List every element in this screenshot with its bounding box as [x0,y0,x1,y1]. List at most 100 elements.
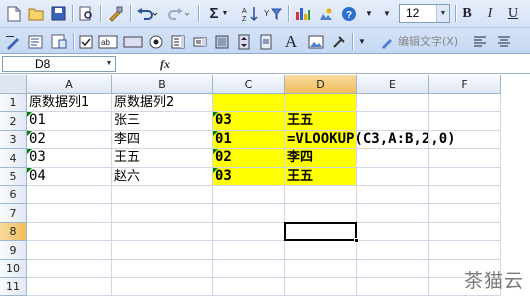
font-name-dropdown-icon[interactable]: ▼ [378,3,396,24]
option-button-control-icon[interactable] [147,31,165,52]
cell-c2[interactable]: 03 [213,112,285,131]
column-header-b[interactable]: B [112,75,213,94]
cell-e11[interactable] [357,278,429,296]
label-control-icon[interactable]: A [281,31,301,52]
cell-c10[interactable] [213,260,285,278]
formula-input[interactable] [184,56,528,72]
name-box[interactable]: D8 ▼ [2,56,116,72]
row-header-1[interactable]: 1 [0,94,27,112]
cell-c1[interactable] [213,94,285,112]
cell-e7[interactable] [357,204,429,223]
cell-f4[interactable] [429,149,501,168]
combo-box-control-icon[interactable] [191,31,209,52]
cell-e6[interactable] [357,186,429,204]
row-header-3[interactable]: 3 [0,131,27,149]
row-header-6[interactable]: 6 [0,186,27,204]
cell-d10[interactable] [285,260,357,278]
cell-d5[interactable]: 王五 [285,168,357,186]
cell-b10[interactable] [112,260,213,278]
align-center-icon[interactable] [494,31,514,52]
help-icon[interactable]: ? [339,3,359,24]
save-icon[interactable] [48,3,68,24]
print-preview-icon[interactable] [76,3,96,24]
cell-a6[interactable] [27,186,112,204]
row-header-8[interactable]: 8 [0,223,27,241]
underline-button[interactable]: U [504,3,522,24]
column-header-e[interactable]: E [357,75,429,94]
row-header-9[interactable]: 9 [0,241,27,260]
cell-d1[interactable] [285,94,357,112]
row-header-7[interactable]: 7 [0,204,27,223]
cell-f2[interactable] [429,112,501,131]
cell-d7[interactable] [285,204,357,223]
column-header-d[interactable]: D [285,75,357,94]
cell-e2[interactable] [357,112,429,131]
cell-b6[interactable] [112,186,213,204]
cell-b1[interactable]: 原数据列2 [112,94,213,112]
row-header-5[interactable]: 5 [0,168,27,186]
design-mode-icon[interactable] [3,31,23,52]
cell-d4[interactable]: 李四 [285,149,357,168]
sort-ascending-icon[interactable]: AZ [240,3,260,24]
cell-a3[interactable]: 02 [27,131,112,149]
cell-e8[interactable] [357,223,429,241]
insert-function-icon[interactable]: fx [160,57,170,72]
view-code-icon[interactable] [49,31,69,52]
spin-button-control-icon[interactable] [235,31,253,52]
new-icon[interactable] [4,3,24,24]
cell-a8[interactable] [27,223,112,241]
column-header-c[interactable]: C [213,75,285,94]
cell-b4[interactable]: 王五 [112,149,213,168]
cell-c9[interactable] [213,241,285,260]
cell-b9[interactable] [112,241,213,260]
drawing-icon[interactable] [316,3,336,24]
cell-b8[interactable] [112,223,213,241]
cell-a1[interactable]: 原数据列1 [27,94,112,112]
align-left-icon[interactable] [470,31,490,52]
row-header-10[interactable]: 10 [0,260,27,278]
italic-button[interactable]: I [481,3,499,24]
cell-e10[interactable] [357,260,429,278]
cell-b7[interactable] [112,204,213,223]
cell-a5[interactable]: 04 [27,168,112,186]
font-size-select[interactable]: 12 ▼ [399,4,450,23]
cell-a11[interactable] [27,278,112,296]
cell-b3[interactable]: 李四 [112,131,213,149]
cell-c3[interactable]: 01 [213,131,285,149]
cell-b5[interactable]: 赵六 [112,168,213,186]
chart-wizard-icon[interactable] [293,3,313,24]
edit-text-button[interactable]: 编辑文字(X) [398,33,458,50]
cell-a9[interactable] [27,241,112,260]
list-box-control-icon[interactable] [169,31,187,52]
cell-a10[interactable] [27,260,112,278]
properties-icon[interactable] [26,31,46,52]
row-header-11[interactable]: 11 [0,278,27,296]
undo-icon[interactable] [134,3,160,24]
command-button-control-icon[interactable] [122,31,144,52]
cell-f9[interactable] [429,241,501,260]
cell-e4[interactable] [357,149,429,168]
cell-e9[interactable] [357,241,429,260]
column-header-a[interactable]: A [27,75,112,94]
cell-e3[interactable] [357,131,429,149]
cell-e1[interactable] [357,94,429,112]
cell-d11[interactable] [285,278,357,296]
select-all-button[interactable] [0,75,27,94]
row-header-4[interactable]: 4 [0,149,27,168]
column-header-f[interactable]: F [429,75,501,94]
scroll-bar-control-icon[interactable] [257,31,275,52]
cell-a7[interactable] [27,204,112,223]
cell-f1[interactable] [429,94,501,112]
textbox-control-icon[interactable]: ab [97,31,119,52]
fill-handle[interactable] [354,238,359,243]
cell-c6[interactable] [213,186,285,204]
autosum-button[interactable]: Σ ▼ [205,3,233,24]
cell-f3[interactable] [429,131,501,149]
chevron-down-icon[interactable]: ▼ [103,57,115,71]
cell-a4[interactable]: 03 [27,149,112,168]
cell-d9[interactable] [285,241,357,260]
cell-d3[interactable]: =VLOOKUP(C3,A:B,2,0) [285,131,456,149]
cell-f6[interactable] [429,186,501,204]
cell-c7[interactable] [213,204,285,223]
format-painter-icon[interactable] [104,3,126,24]
